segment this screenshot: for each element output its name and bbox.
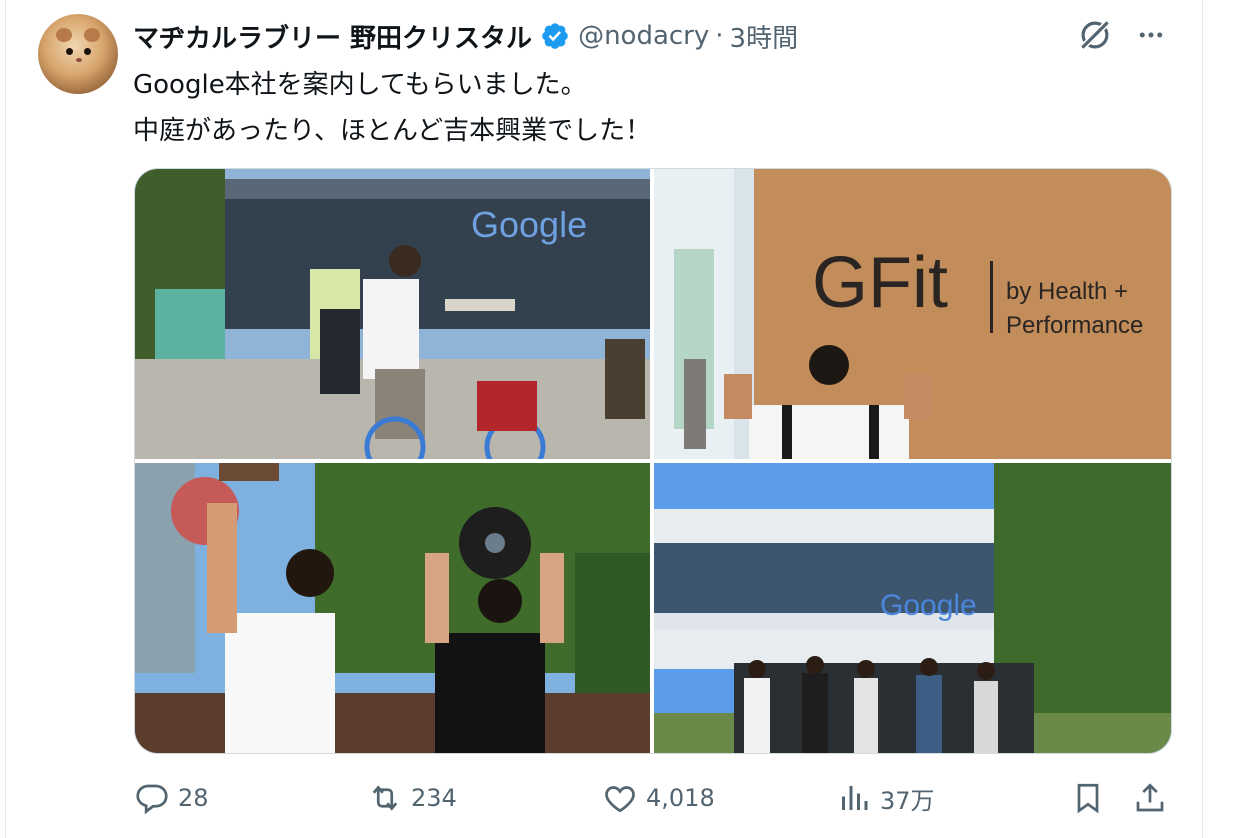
share-button[interactable] [1132, 776, 1168, 820]
header-separator: · [715, 21, 724, 51]
more-icon[interactable] [1134, 20, 1168, 50]
like-icon [605, 786, 635, 813]
user-handle[interactable]: @nodacry [578, 21, 709, 51]
timeline-border-left [5, 0, 6, 838]
tweet-text-line: Google本社を案内してもらいました。 [133, 70, 587, 100]
google-sign-text: Google [471, 204, 587, 245]
reply-icon [136, 784, 168, 815]
google-sign-text: Google [880, 589, 977, 622]
views-icon [842, 786, 868, 810]
timeline-border-right [1202, 0, 1203, 838]
avatar-ear [56, 28, 72, 42]
tweet-text-line: 中庭があったり、ほとんど吉本興業でした！ [133, 116, 652, 146]
retweet-button[interactable]: 234 [367, 776, 457, 820]
reply-count: 28 [178, 784, 209, 812]
share-icon [1136, 783, 1164, 812]
avatar-eye [66, 48, 73, 55]
photo-weights[interactable] [135, 463, 650, 753]
display-name[interactable]: マヂカルラブリー 野田クリスタル [133, 18, 532, 55]
media-grid: Google GFit by Health + Performance Goog… [134, 168, 1172, 754]
avatar-nose [76, 58, 82, 62]
action-bar: 28 234 4,018 37万 [0, 776, 1258, 820]
grok-icon[interactable] [1076, 16, 1114, 54]
tweet-timestamp[interactable]: 3時間 [730, 18, 799, 55]
views-button[interactable]: 37万 [836, 776, 935, 820]
like-count: 4,018 [646, 784, 715, 812]
retweet-icon [372, 785, 398, 811]
tweet-header: マヂカルラブリー 野田クリスタル @nodacry · 3時間 [133, 16, 798, 56]
retweet-count: 234 [411, 784, 457, 812]
like-button[interactable]: 4,018 [602, 776, 715, 820]
reply-button[interactable]: 28 [134, 776, 209, 820]
avatar-eye [84, 48, 91, 55]
avatar[interactable] [38, 14, 118, 94]
avatar-ear [84, 28, 100, 42]
verified-badge-icon [542, 23, 568, 49]
gfit-sign-title: GFit [812, 243, 948, 323]
photo-google-bike[interactable]: Google [135, 169, 650, 459]
bookmark-icon [1077, 783, 1099, 814]
bookmark-button[interactable] [1070, 776, 1106, 820]
tweet-text: Google本社を案内してもらいました。 中庭があったり、ほとんど吉本興業でした… [133, 62, 651, 154]
gfit-sign-subtitle: Performance [1006, 312, 1143, 339]
gfit-sign-subtitle: by Health + [1006, 278, 1128, 305]
photo-gfit-wall[interactable]: GFit by Health + Performance [654, 169, 1171, 459]
views-count: 37万 [880, 786, 935, 815]
photo-group[interactable]: Google [654, 463, 1171, 753]
